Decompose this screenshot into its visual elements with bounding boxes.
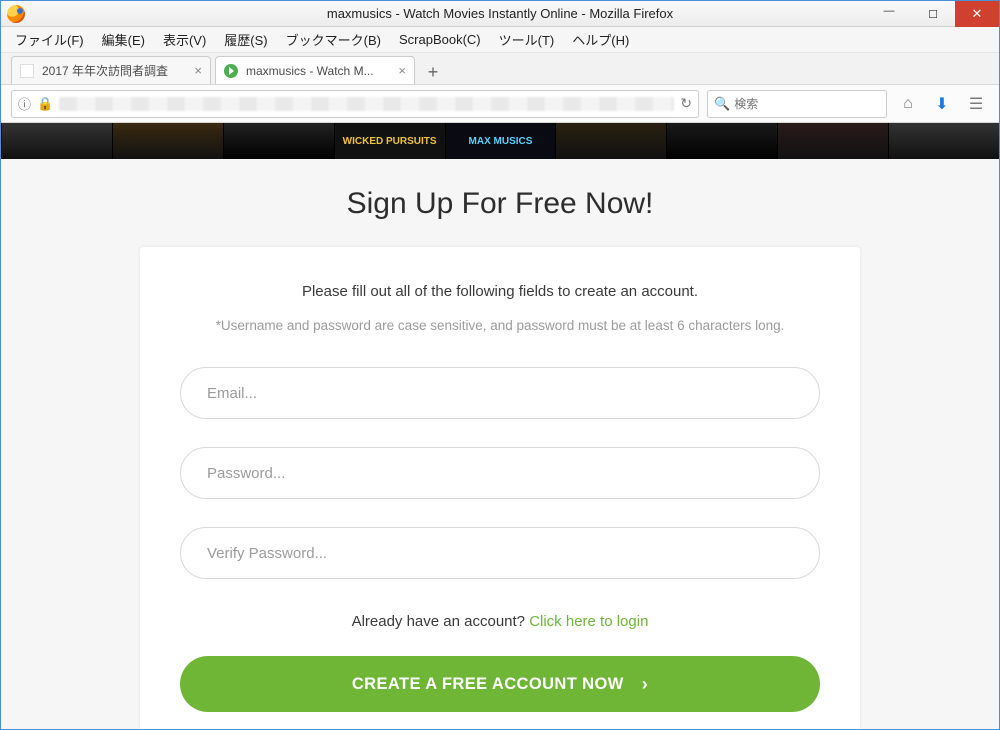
login-prompt-text: Already have an account? bbox=[352, 613, 530, 630]
menu-view[interactable]: 表示(V) bbox=[155, 28, 214, 51]
url-bar[interactable]: ⓘ 🔒 ↻ bbox=[11, 90, 699, 118]
favicon-play-icon bbox=[224, 64, 238, 78]
signup-card: Please fill out all of the following fie… bbox=[140, 247, 860, 729]
downloads-icon[interactable]: ⬇ bbox=[929, 94, 955, 114]
firefox-icon bbox=[7, 5, 25, 23]
menu-file[interactable]: ファイル(F) bbox=[7, 28, 92, 51]
minimize-button[interactable] bbox=[867, 1, 911, 27]
poster-thumb bbox=[888, 123, 999, 159]
site-info-icon[interactable]: ⓘ bbox=[18, 94, 31, 113]
poster-thumb bbox=[112, 123, 223, 159]
menu-help[interactable]: ヘルプ(H) bbox=[564, 28, 637, 51]
window-titlebar: maxmusics - Watch Movies Instantly Onlin… bbox=[1, 1, 999, 27]
search-icon: 🔍 bbox=[714, 96, 730, 112]
page-heading: Sign Up For Free Now! bbox=[347, 187, 654, 221]
hero-poster-strip: WICKED PURSUITS MAX MUSICS bbox=[1, 123, 999, 159]
poster-thumb: WICKED PURSUITS bbox=[334, 123, 445, 159]
tab-maxmusics[interactable]: maxmusics - Watch M... × bbox=[215, 56, 415, 84]
page-content: WICKED PURSUITS MAX MUSICS Sign Up For F… bbox=[1, 123, 999, 729]
tab-strip: 2017 年年次訪問者調査 × maxmusics - Watch M... ×… bbox=[1, 53, 999, 85]
tab-label: 2017 年年次訪問者調査 bbox=[42, 62, 186, 79]
home-icon[interactable]: ⌂ bbox=[895, 95, 921, 113]
window-controls bbox=[867, 1, 999, 27]
search-input[interactable] bbox=[734, 97, 880, 111]
menu-bar: ファイル(F) 編集(E) 表示(V) 履歴(S) ブックマーク(B) Scra… bbox=[1, 27, 999, 53]
url-text-blurred bbox=[59, 97, 674, 111]
reload-icon[interactable]: ↻ bbox=[680, 95, 692, 112]
verify-password-field[interactable] bbox=[180, 527, 820, 579]
tab-close-icon[interactable]: × bbox=[398, 63, 406, 78]
menu-edit[interactable]: 編集(E) bbox=[94, 28, 153, 51]
menu-history[interactable]: 履歴(S) bbox=[216, 28, 275, 51]
new-tab-button[interactable]: + bbox=[419, 60, 447, 84]
menu-bookmarks[interactable]: ブックマーク(B) bbox=[278, 28, 389, 51]
poster-thumb bbox=[223, 123, 334, 159]
password-field[interactable] bbox=[180, 447, 820, 499]
chevron-right-icon: › bbox=[642, 674, 648, 695]
menu-tools[interactable]: ツール(T) bbox=[491, 28, 563, 51]
search-box[interactable]: 🔍 bbox=[707, 90, 887, 118]
tab-close-icon[interactable]: × bbox=[194, 63, 202, 78]
menu-scrapbook[interactable]: ScrapBook(C) bbox=[391, 30, 489, 49]
nav-toolbar: ⓘ 🔒 ↻ 🔍 ⌂ ⬇ ☰ bbox=[1, 85, 999, 123]
tab-label: maxmusics - Watch M... bbox=[246, 64, 390, 78]
login-prompt: Already have an account? Click here to l… bbox=[180, 613, 820, 630]
cta-label: CREATE A FREE ACCOUNT NOW bbox=[352, 675, 624, 694]
note-text: *Username and password are case sensitiv… bbox=[180, 318, 820, 333]
login-link[interactable]: Click here to login bbox=[529, 613, 648, 630]
close-button[interactable] bbox=[955, 1, 999, 27]
lock-icon: 🔒 bbox=[37, 96, 53, 112]
create-account-button[interactable]: CREATE A FREE ACCOUNT NOW › bbox=[180, 656, 820, 712]
tab-survey[interactable]: 2017 年年次訪問者調査 × bbox=[11, 56, 211, 84]
poster-thumb bbox=[1, 123, 112, 159]
poster-thumb bbox=[666, 123, 777, 159]
maximize-button[interactable] bbox=[911, 1, 955, 27]
hamburger-menu-icon[interactable]: ☰ bbox=[963, 94, 989, 114]
favicon-blank-icon bbox=[20, 64, 34, 78]
poster-thumb bbox=[777, 123, 888, 159]
poster-thumb: MAX MUSICS bbox=[445, 123, 556, 159]
poster-thumb bbox=[555, 123, 666, 159]
window-title: maxmusics - Watch Movies Instantly Onlin… bbox=[327, 6, 673, 21]
content-wrap: Sign Up For Free Now! Please fill out al… bbox=[1, 159, 999, 729]
email-field[interactable] bbox=[180, 367, 820, 419]
lead-text: Please fill out all of the following fie… bbox=[180, 283, 820, 300]
